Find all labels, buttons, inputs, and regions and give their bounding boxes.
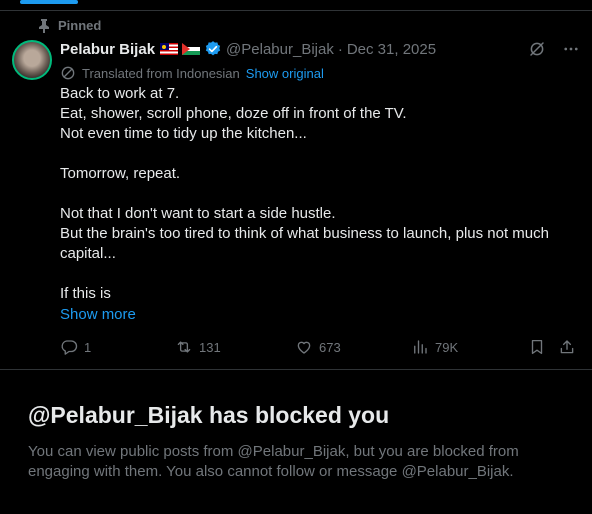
post-line: Back to work at 7. bbox=[60, 85, 180, 102]
pinned-label: Pinned bbox=[58, 18, 102, 33]
translated-from-label: Translated from Indonesian bbox=[82, 65, 240, 81]
like-count: 673 bbox=[319, 339, 341, 355]
more-icon[interactable] bbox=[562, 40, 580, 58]
post-actions: 1 131 673 79K bbox=[60, 338, 580, 358]
blocked-title: @Pelabur_Bijak has blocked you bbox=[28, 402, 390, 428]
post-line: Eat, shower, scroll phone, doze off in f… bbox=[60, 105, 407, 122]
post-header: Pelabur Bijak @Pelabur_Bijak · Dec 31, 2… bbox=[60, 39, 580, 59]
bookmark-button[interactable] bbox=[528, 338, 546, 356]
translation-notice: Translated from Indonesian Show original bbox=[60, 65, 324, 81]
divider bbox=[0, 369, 592, 370]
post-text: Back to work at 7. Eat, shower, scroll p… bbox=[60, 84, 578, 304]
repost-count: 131 bbox=[199, 339, 221, 355]
post-line bbox=[60, 264, 578, 284]
post-line bbox=[60, 144, 578, 164]
avatar[interactable] bbox=[12, 40, 52, 80]
show-original-link[interactable]: Show original bbox=[246, 66, 324, 81]
show-more-link[interactable]: Show more bbox=[60, 306, 136, 323]
translate-icon bbox=[61, 66, 75, 80]
blocked-description: You can view public posts from @Pelabur_… bbox=[28, 443, 519, 480]
bookmark-icon bbox=[531, 339, 543, 355]
repost-icon bbox=[177, 341, 191, 353]
post-line: Not even time to tidy up the kitchen... bbox=[60, 125, 307, 142]
share-icon bbox=[560, 340, 574, 354]
author-display-name[interactable]: Pelabur Bijak bbox=[60, 41, 155, 58]
separator-dot: · bbox=[337, 40, 343, 58]
post-line: Tomorrow, repeat. bbox=[60, 165, 181, 182]
reply-button[interactable]: 1 bbox=[60, 338, 91, 356]
pinned-post[interactable]: Pinned Pelabur Bijak @Pelabur_Bijak · De… bbox=[0, 11, 592, 369]
post-date[interactable]: Dec 31, 2025 bbox=[347, 41, 436, 58]
like-button[interactable]: 673 bbox=[295, 338, 341, 356]
reply-count: 1 bbox=[84, 339, 92, 355]
palestine-flag-icon bbox=[182, 43, 201, 55]
grok-icon[interactable] bbox=[528, 40, 546, 58]
pin-icon bbox=[39, 18, 49, 33]
reply-icon bbox=[61, 340, 78, 355]
author-handle[interactable]: @Pelabur_Bijak bbox=[226, 41, 334, 58]
views-count: 79K bbox=[435, 339, 459, 355]
like-icon bbox=[297, 341, 311, 354]
views-button[interactable]: 79K bbox=[411, 338, 458, 356]
views-icon bbox=[414, 340, 427, 354]
pinned-indicator: Pinned bbox=[38, 18, 101, 33]
verified-icon[interactable] bbox=[204, 40, 222, 58]
post-line: If this is bbox=[60, 285, 111, 302]
share-button[interactable] bbox=[558, 338, 576, 356]
post-line: Not that I don't want to start a side hu… bbox=[60, 205, 336, 222]
post-line bbox=[60, 184, 578, 204]
malaysia-flag-icon bbox=[160, 43, 179, 55]
post-line: But the brain's too tired to think of wh… bbox=[60, 225, 549, 262]
active-tab-indicator bbox=[20, 0, 78, 4]
repost-button[interactable]: 131 bbox=[175, 338, 221, 356]
